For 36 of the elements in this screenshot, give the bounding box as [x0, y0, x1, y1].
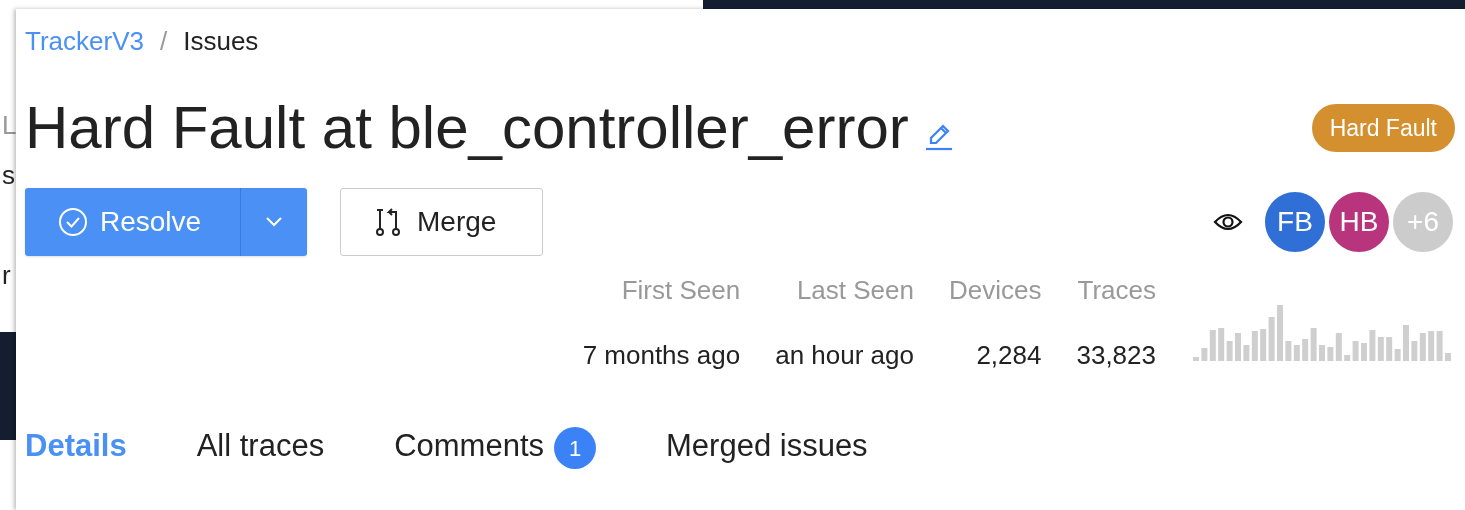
sparkline-bar: [1277, 305, 1283, 361]
avatar[interactable]: FB: [1263, 190, 1327, 254]
sparkline-bar: [1445, 353, 1451, 361]
merge-button[interactable]: Merge: [340, 188, 543, 256]
tab[interactable]: Comments 1: [394, 422, 597, 470]
chevron-down-icon: [264, 216, 284, 228]
stat-value: 2,284: [976, 339, 1042, 372]
eye-icon[interactable]: [1213, 212, 1243, 232]
sparkline-bar: [1361, 343, 1367, 361]
merge-icon: [375, 207, 401, 237]
sparkline-bar: [1319, 345, 1325, 361]
stat-value: 33,823: [1076, 339, 1156, 372]
stat-value: an hour ago: [775, 339, 914, 372]
breadcrumb-separator: /: [159, 24, 168, 58]
resolve-button[interactable]: Resolve: [25, 188, 240, 256]
tab[interactable]: All traces: [196, 422, 325, 470]
tab[interactable]: Details: [25, 422, 127, 470]
stat-label: Last Seen: [796, 274, 914, 307]
sparkline-bar: [1235, 333, 1241, 361]
background-text: s: [2, 162, 15, 188]
count-badge: 1: [554, 427, 597, 469]
background-text: L: [2, 112, 17, 138]
breadcrumb-link[interactable]: TrackerV3: [25, 21, 144, 61]
sparkline-bar: [1193, 357, 1199, 361]
stat-label: Devices: [949, 274, 1042, 307]
issue-type-badge: Hard Fault: [1311, 103, 1455, 153]
breadcrumb-current[interactable]: Issues: [183, 21, 259, 61]
sparkline-bar: [1403, 325, 1409, 361]
stat-label: Traces: [1077, 274, 1156, 307]
stat-label: First Seen: [621, 274, 741, 307]
check-circle-icon: [58, 207, 88, 237]
stat-value: 7 months ago: [582, 339, 741, 372]
issue-title: Hard Fault at ble_controller_error: [25, 93, 909, 163]
avatar[interactable]: HB: [1327, 190, 1391, 254]
tab[interactable]: Merged issues: [666, 422, 868, 470]
background-text: r: [2, 262, 11, 288]
